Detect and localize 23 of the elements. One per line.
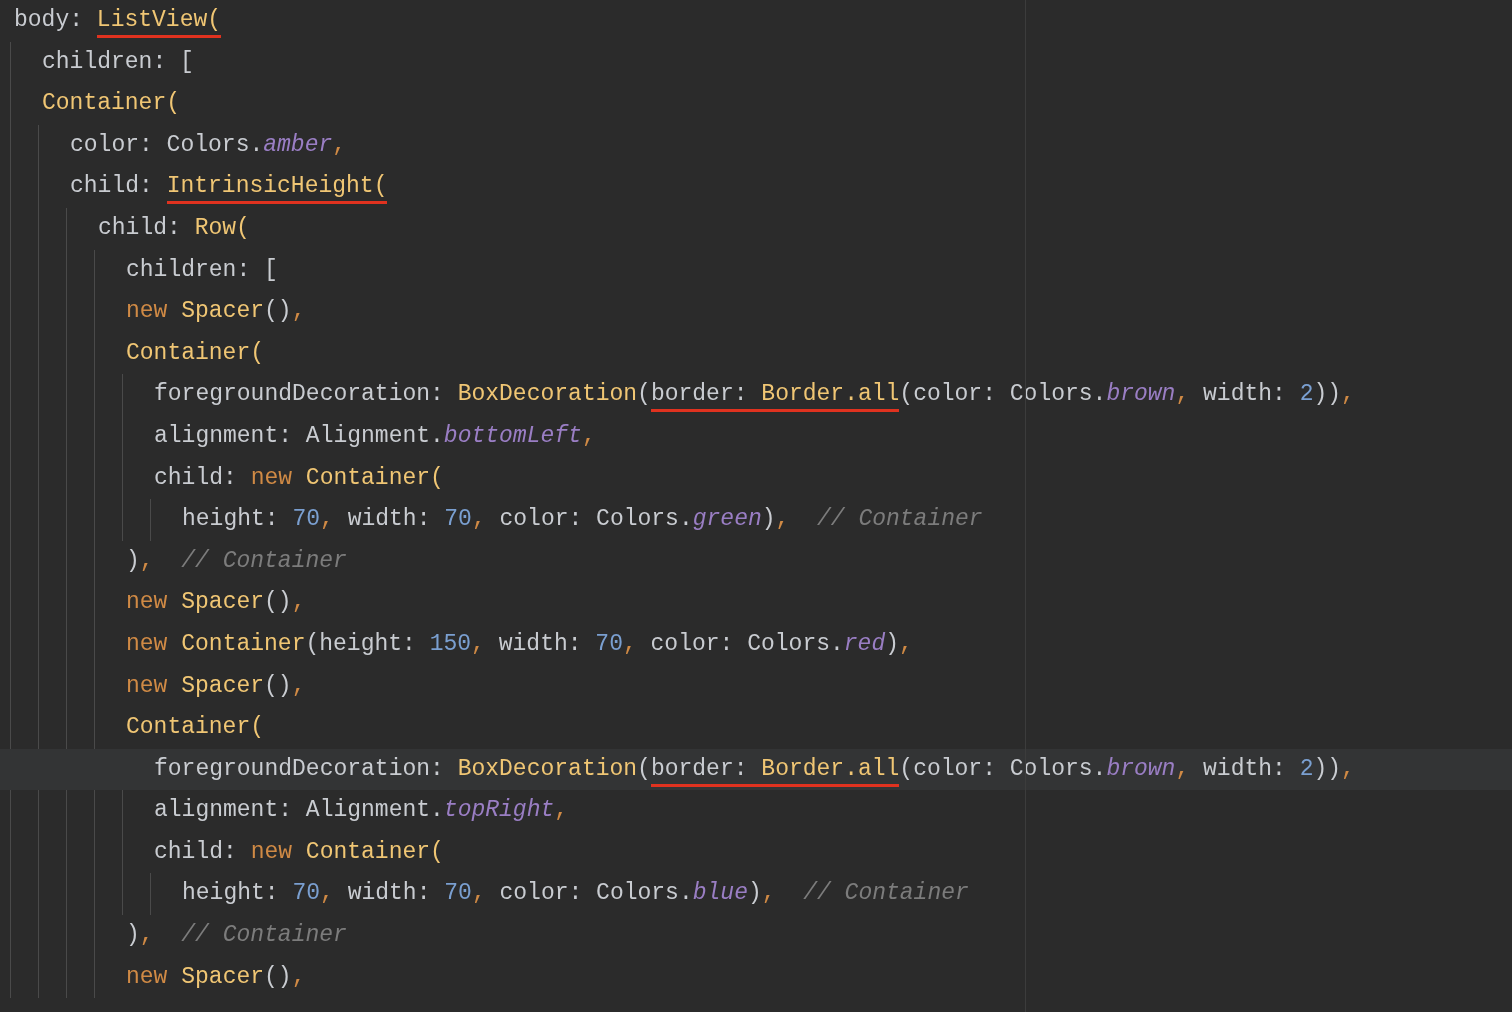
code-line: foregroundDecoration: BoxDecoration(border: Border.all(color: Colors.brown, width: 2)), (0, 374, 1512, 416)
code-line: Container( (41, 89, 182, 119)
code-line: ), // Container (125, 546, 348, 576)
code-line: children: [ (125, 255, 279, 285)
code-line: height: 70, width: 70, color: Colors.green), // Container (181, 505, 984, 535)
code-line: child: Row( (97, 213, 251, 243)
code-line: alignment: Alignment.bottomLeft, (153, 421, 597, 451)
code-line: new Container(height: 150, width: 70, color: Colors.red), (125, 629, 914, 659)
code-line: Container( (125, 713, 266, 743)
code-line: Container( (125, 338, 266, 368)
code-line: children: [ (41, 47, 195, 77)
code-line: color: Colors.amber, (69, 130, 348, 160)
code-line: height: 70, width: 70, color: Colors.blue), // Container (181, 879, 970, 909)
code-line: new Spacer(), (125, 962, 307, 992)
code-line: new Spacer(), (125, 588, 307, 618)
code-line: new Spacer(), (125, 671, 307, 701)
code-line: ), // Container (125, 921, 348, 951)
code-line: body: ListView( (0, 0, 1512, 42)
code-line: alignment: Alignment.topRight, (153, 796, 570, 826)
code-line: child: IntrinsicHeight( (0, 166, 1512, 208)
code-line: child: new Container( (153, 463, 445, 493)
code-line: child: new Container( (153, 837, 445, 867)
code-line: new Spacer(), (125, 297, 307, 327)
